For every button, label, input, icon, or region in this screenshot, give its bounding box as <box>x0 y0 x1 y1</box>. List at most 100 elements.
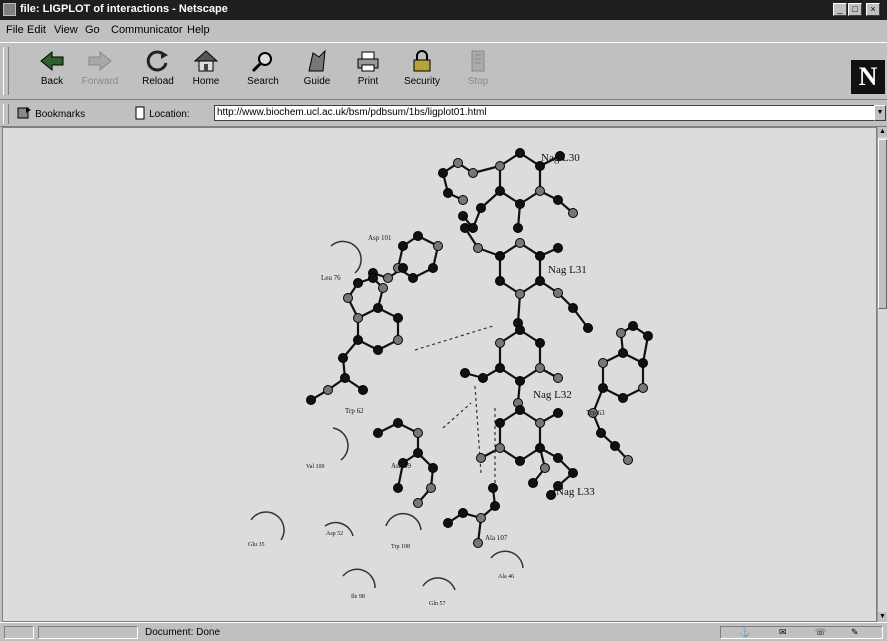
atom <box>338 353 348 363</box>
atom <box>398 263 408 273</box>
composer-icon[interactable]: ✎ <box>851 627 859 638</box>
atom <box>476 513 486 523</box>
label-ile-98: Ile 98 <box>351 594 365 600</box>
atom <box>515 376 525 386</box>
atom <box>373 428 383 438</box>
label-ala-46: Ala 46 <box>498 574 514 580</box>
reload-label: Reload <box>142 76 174 87</box>
search-icon <box>251 52 272 73</box>
atom <box>473 243 483 253</box>
mail-icon[interactable]: ✉ <box>779 627 787 638</box>
bookmarks-icon <box>17 107 31 119</box>
atom <box>628 321 638 331</box>
atom <box>495 251 505 261</box>
atom <box>458 195 468 205</box>
atom <box>495 363 505 373</box>
label-trp-63: Trp 63 <box>586 409 605 417</box>
print-label: Print <box>357 76 379 87</box>
atom <box>535 276 545 286</box>
label-nag-l30: Nag L30 <box>541 152 580 164</box>
atom <box>393 313 403 323</box>
reload-button[interactable]: Reload <box>136 47 180 95</box>
atom <box>598 383 608 393</box>
bookmarks-button[interactable]: Bookmarks <box>16 106 85 120</box>
atom <box>353 278 363 288</box>
atom <box>568 303 578 313</box>
atom <box>433 241 443 251</box>
atom <box>515 456 525 466</box>
atom <box>443 518 453 528</box>
window-title: file: LIGPLOT of interactions - Netscape <box>20 3 228 15</box>
security-status-cell[interactable] <box>4 626 34 639</box>
security-icon <box>413 50 431 72</box>
guide-button[interactable]: Guide <box>295 47 339 95</box>
maximize-button[interactable]: □ <box>848 3 862 16</box>
forward-button[interactable]: Forward <box>78 47 122 95</box>
atom <box>458 211 468 221</box>
url-dropdown-button[interactable]: ▼ <box>874 105 886 121</box>
atom <box>553 453 563 463</box>
url-input[interactable]: http://www.biochem.ucl.ac.uk/bsm/pdbsum/… <box>214 105 876 121</box>
menu-go[interactable]: Go <box>85 24 100 36</box>
atom <box>353 313 363 323</box>
reload-icon <box>146 50 168 72</box>
window-title-bar: file: LIGPLOT of interactions - Netscape… <box>0 0 887 20</box>
atom <box>323 385 333 395</box>
atom <box>535 251 545 261</box>
atom <box>383 273 393 283</box>
atom <box>443 188 453 198</box>
security-button[interactable]: Security <box>400 47 444 95</box>
atom <box>413 428 423 438</box>
menu-help[interactable]: Help <box>187 24 210 36</box>
atom <box>458 508 468 518</box>
location-grip[interactable] <box>3 104 9 124</box>
scroll-thumb[interactable] <box>878 139 887 309</box>
ligplot-diagram: Nag L30 Nag L31 Nag L32 Nag L33 Asp 101 … <box>248 148 653 607</box>
toolbar-grip[interactable] <box>3 47 9 95</box>
netscape-app-icon[interactable] <box>3 3 16 16</box>
home-button[interactable]: Home <box>184 47 228 95</box>
atom <box>353 335 363 345</box>
atom <box>358 385 368 395</box>
vertical-scrollbar[interactable]: ▲ ▼ <box>877 127 887 622</box>
atom <box>393 335 403 345</box>
location-page-icon[interactable] <box>134 106 146 120</box>
menu-edit[interactable]: Edit <box>27 24 46 36</box>
navigation-toolbar: Back Forward Reload Home Search Guide Pr… <box>0 42 887 100</box>
atom <box>535 338 545 348</box>
atom <box>426 483 436 493</box>
label-asn-59: Asn 59 <box>391 462 412 470</box>
close-button[interactable]: × <box>866 3 880 16</box>
security-label: Security <box>403 76 441 87</box>
search-button[interactable]: Search <box>241 47 285 95</box>
atom <box>488 483 498 493</box>
back-button[interactable]: Back <box>30 47 74 95</box>
scroll-down-button[interactable]: ▼ <box>878 612 887 622</box>
atom <box>553 408 563 418</box>
atom <box>568 468 578 478</box>
atom <box>495 161 505 171</box>
atom <box>495 443 505 453</box>
menu-file[interactable]: File <box>6 24 24 36</box>
atom <box>540 463 550 473</box>
stop-button[interactable]: Stop <box>456 47 500 95</box>
atom <box>528 478 538 488</box>
menu-view[interactable]: View <box>54 24 78 36</box>
scroll-up-button[interactable]: ▲ <box>878 127 887 137</box>
label-trp-108: Trp 108 <box>391 544 410 550</box>
navigator-icon[interactable]: ⚓ <box>739 627 750 638</box>
minimize-button[interactable]: _ <box>833 3 847 16</box>
netscape-logo[interactable]: N <box>851 60 885 94</box>
component-bar: ⚓ ✉ ☏ ✎ <box>720 626 883 639</box>
atom <box>515 199 525 209</box>
progress-cell <box>38 626 138 639</box>
atom <box>438 168 448 178</box>
menu-communicator[interactable]: Communicator <box>111 24 183 36</box>
atom <box>553 243 563 253</box>
print-button[interactable]: Print <box>346 47 390 95</box>
location-label: Location: <box>149 109 190 120</box>
stop-icon <box>471 50 485 72</box>
discussion-icon[interactable]: ☏ <box>815 627 826 638</box>
atom <box>513 223 523 233</box>
atom <box>535 418 545 428</box>
